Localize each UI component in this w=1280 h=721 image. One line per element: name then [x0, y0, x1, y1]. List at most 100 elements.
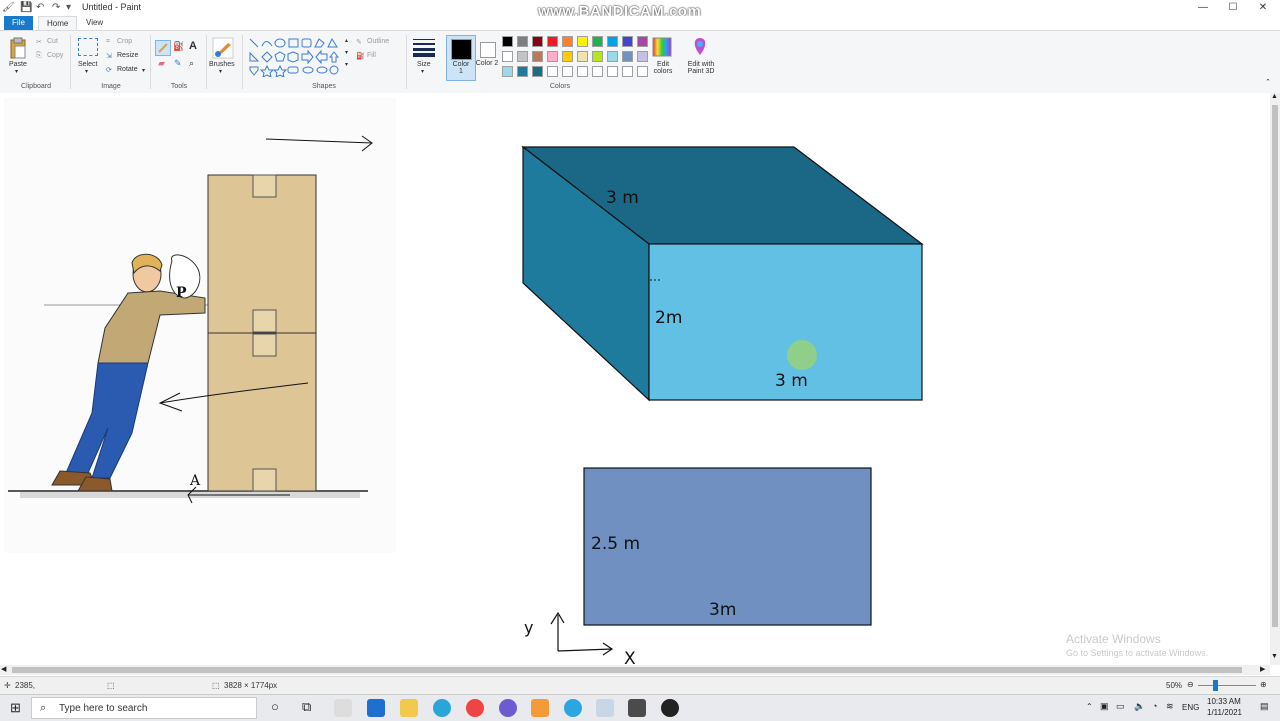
edit-colors-button[interactable]	[652, 37, 672, 57]
palette-swatch[interactable]	[637, 51, 648, 62]
paste-dropdown-icon[interactable]: ▾	[15, 68, 18, 75]
paint3d-label[interactable]: Edit with Paint 3D	[683, 61, 719, 75]
paint-taskbar-icon[interactable]	[596, 699, 614, 717]
palette-swatch[interactable]	[562, 36, 573, 47]
palette-swatch[interactable]	[532, 66, 543, 77]
scroll-left-icon[interactable]: ◀	[1, 665, 6, 673]
palette-swatch[interactable]	[622, 66, 633, 77]
scroll-right-icon[interactable]: ▶	[1260, 665, 1265, 673]
notification-icon[interactable]: ▤	[1260, 701, 1269, 712]
tab-home[interactable]: Home	[38, 16, 78, 30]
collapse-ribbon-icon[interactable]: ⌃	[1265, 78, 1271, 86]
clock-time[interactable]: 10:33 AM	[1207, 697, 1241, 706]
horizontal-scroll-thumb[interactable]	[12, 667, 1242, 673]
palette-swatch[interactable]	[577, 36, 588, 47]
canvas-area[interactable]: P A y X 3 m 2m 3 m 2.5 m 3m	[0, 93, 1270, 665]
brushes-label[interactable]: Brushes	[209, 61, 235, 68]
palette-swatch[interactable]	[547, 66, 558, 77]
palette-swatch[interactable]	[562, 66, 573, 77]
zoom-out-icon[interactable]: ⊖	[1187, 680, 1194, 689]
app-icon[interactable]	[531, 699, 549, 717]
resize-button[interactable]: Resize	[117, 52, 138, 59]
rotate-button[interactable]: Rotate	[117, 66, 138, 73]
network-icon[interactable]: ◔	[1152, 701, 1157, 711]
fill-button[interactable]: Fill	[367, 52, 376, 59]
tab-file[interactable]: File	[4, 16, 33, 30]
vertical-scroll-thumb[interactable]	[1272, 105, 1278, 627]
horizontal-scrollbar[interactable]: ◀ ▶	[0, 665, 1270, 675]
palette-swatch[interactable]	[532, 51, 543, 62]
palette-swatch[interactable]	[502, 36, 513, 47]
size-label[interactable]: Size	[417, 61, 431, 68]
scroll-down-icon[interactable]: ▼	[1271, 653, 1278, 660]
task-view-icon[interactable]: ⧉	[302, 699, 311, 715]
palette-swatch[interactable]	[592, 51, 603, 62]
taskbar-search-box[interactable]: ⌕ Type here to search	[31, 697, 257, 719]
viber-icon[interactable]	[499, 699, 517, 717]
copy-button[interactable]: Copy	[47, 52, 63, 59]
vertical-scrollbar[interactable]: ▲ ▼	[1270, 93, 1280, 665]
palette-swatch[interactable]	[502, 66, 513, 77]
palette-swatch[interactable]	[592, 66, 603, 77]
text-tool-icon[interactable]: A	[189, 40, 197, 52]
palette-swatch[interactable]	[607, 36, 618, 47]
calculator-icon[interactable]	[628, 699, 646, 717]
select-dropdown-icon[interactable]: ▾	[85, 68, 88, 75]
palette-swatch[interactable]	[517, 36, 528, 47]
palette-swatch[interactable]	[637, 66, 648, 77]
brushes-button[interactable]	[212, 37, 234, 59]
select-label[interactable]: Select	[78, 61, 97, 68]
telegram-icon[interactable]	[564, 699, 582, 717]
chrome-icon[interactable]	[466, 699, 484, 717]
crop-button[interactable]: Crop	[117, 38, 132, 45]
eraser-tool-icon[interactable]: ▰	[158, 58, 165, 69]
zoom-slider-thumb[interactable]	[1213, 680, 1218, 691]
palette-swatch[interactable]	[547, 51, 558, 62]
wifi-icon[interactable]: ≋	[1166, 701, 1174, 712]
edge-icon[interactable]	[433, 699, 451, 717]
palette-swatch[interactable]	[622, 51, 633, 62]
shapes-scroll-up-icon[interactable]: ▴	[345, 37, 348, 44]
tray-app-icon[interactable]: ▣	[1100, 701, 1109, 712]
minimize-button[interactable]: —	[1188, 0, 1218, 16]
rotate-dropdown-icon[interactable]: ▾	[142, 67, 145, 74]
brushes-dropdown-icon[interactable]: ▾	[219, 68, 222, 75]
size-button[interactable]	[413, 39, 435, 57]
cortana-icon[interactable]: ○	[271, 699, 279, 714]
palette-swatch[interactable]	[577, 51, 588, 62]
redo-icon[interactable]: ↷	[52, 2, 60, 13]
drawing-canvas[interactable]: P A y X	[0, 93, 1270, 665]
battery-icon[interactable]: ▭	[1116, 701, 1125, 712]
palette-swatch[interactable]	[607, 66, 618, 77]
paint3d-button[interactable]	[691, 37, 709, 57]
edit-colors-label[interactable]: Edit colors	[651, 61, 675, 75]
palette-swatch[interactable]	[502, 51, 513, 62]
shapes-gallery[interactable]	[247, 37, 345, 77]
palette-swatch[interactable]	[562, 51, 573, 62]
color-picker-icon[interactable]: ✎	[174, 58, 182, 69]
magnifier-icon[interactable]: ⌕	[189, 58, 194, 69]
customize-quick-access-icon[interactable]: ▾	[66, 2, 71, 13]
palette-swatch[interactable]	[622, 36, 633, 47]
save-icon[interactable]: 💾	[20, 2, 32, 13]
cut-button[interactable]: Cut	[47, 38, 58, 45]
palette-swatch[interactable]	[607, 51, 618, 62]
bandicam-icon[interactable]	[661, 699, 679, 717]
windows-start-icon[interactable]: ⊞	[10, 700, 21, 716]
palette-swatch[interactable]	[637, 36, 648, 47]
zoom-slider-track[interactable]	[1198, 685, 1256, 686]
tab-view[interactable]: View	[78, 16, 111, 30]
mail-icon[interactable]	[367, 699, 385, 717]
tray-chevron-icon[interactable]: ⌃	[1086, 702, 1093, 711]
select-icon[interactable]	[78, 38, 98, 56]
scroll-up-icon[interactable]: ▲	[1271, 93, 1278, 100]
outline-button[interactable]: Outline	[367, 38, 389, 45]
palette-swatch[interactable]	[517, 51, 528, 62]
pencil-tool-button[interactable]	[155, 40, 171, 56]
color1-button[interactable]: Color 1	[446, 35, 476, 81]
paste-button[interactable]	[9, 37, 27, 59]
shapes-scroll-down-icon[interactable]: ▾	[345, 49, 348, 56]
language-indicator[interactable]: ENG	[1182, 703, 1199, 712]
clock-date[interactable]: 1/11/2021	[1207, 708, 1242, 717]
palette-swatch[interactable]	[532, 36, 543, 47]
